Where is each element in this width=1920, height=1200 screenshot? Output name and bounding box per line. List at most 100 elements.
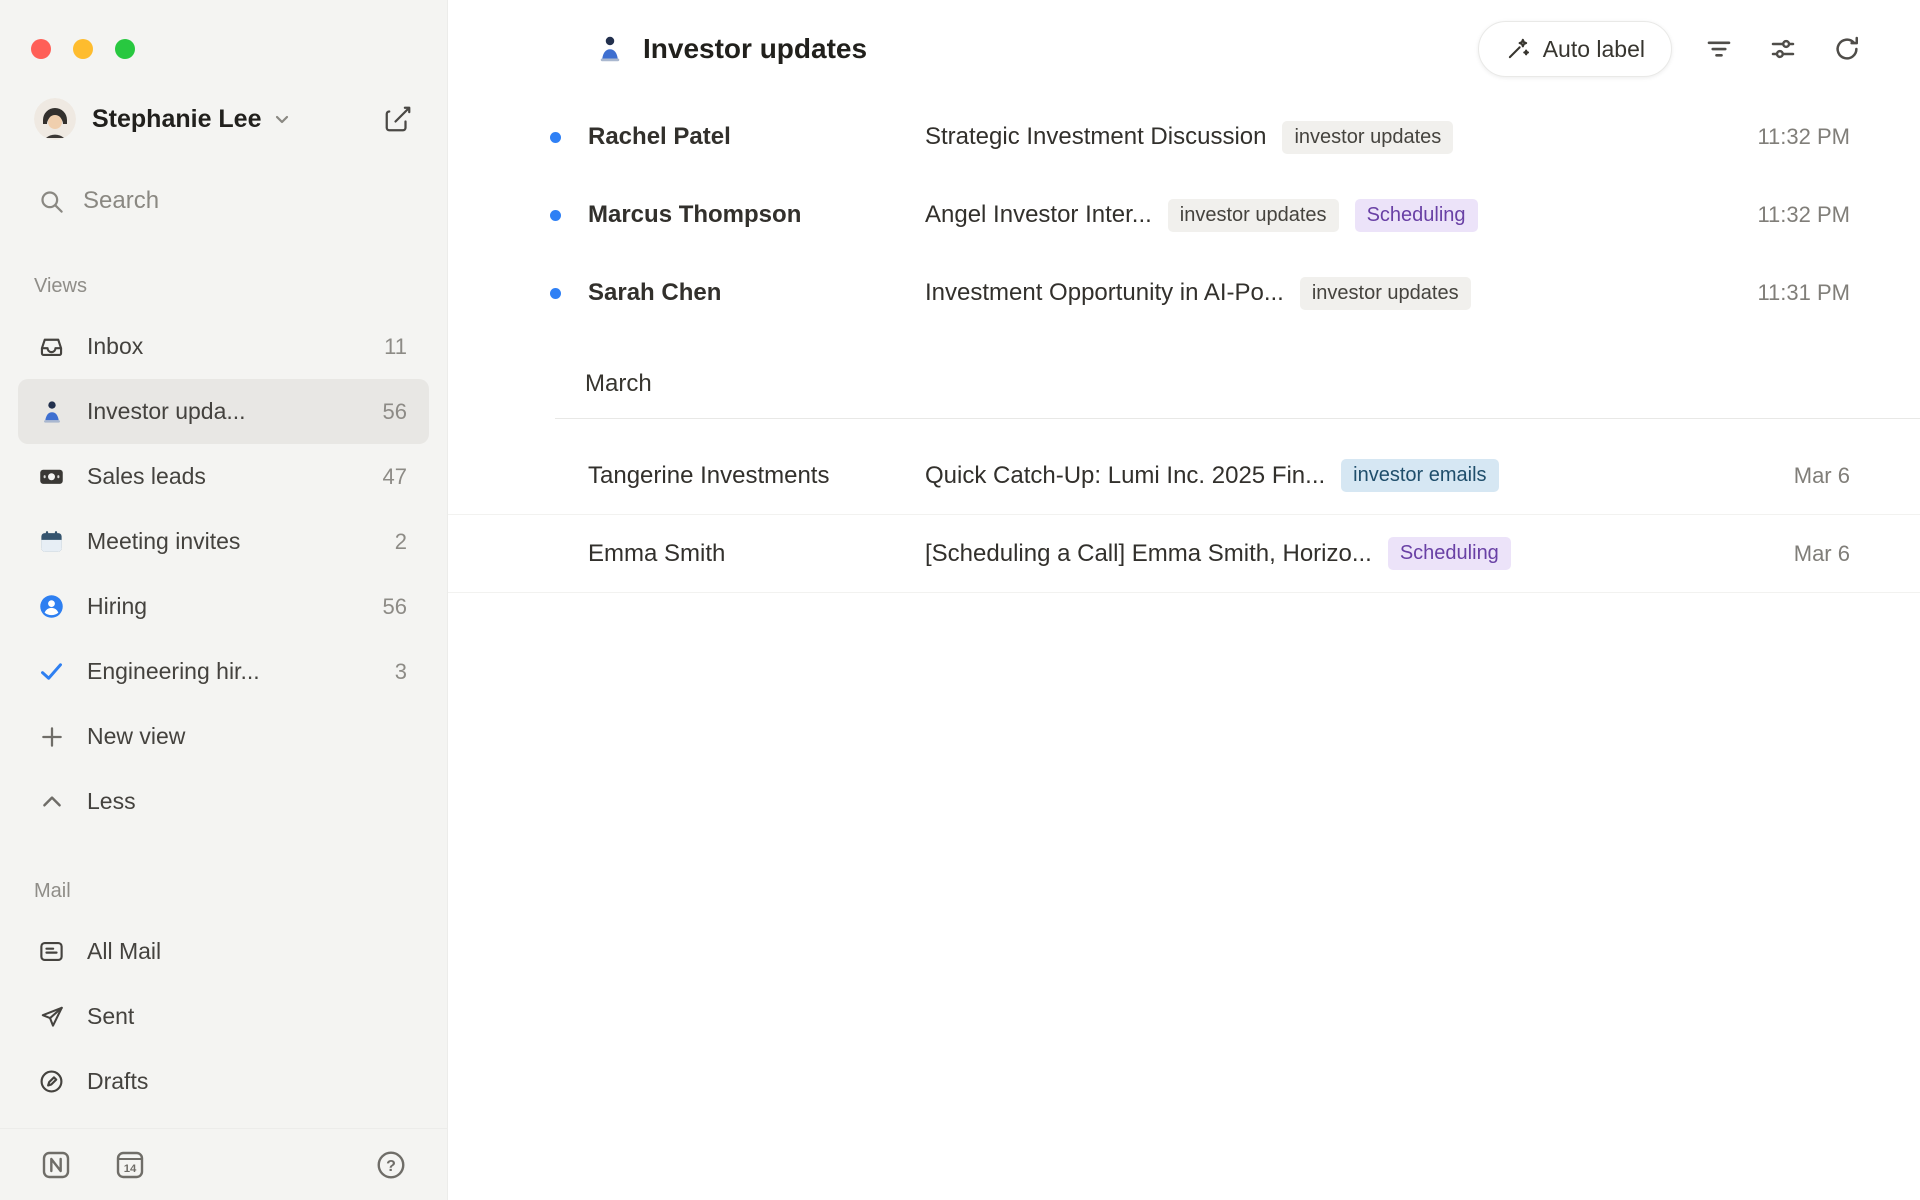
email-sender: Sarah Chen [588, 279, 925, 307]
sidebar-item-label: Engineering hir... [87, 658, 260, 685]
email-time: 11:32 PM [1700, 202, 1850, 228]
email-time: Mar 6 [1700, 541, 1850, 567]
email-subject: Angel Investor Inter... [925, 201, 1152, 229]
sidebar-item-count: 2 [395, 529, 407, 555]
all-mail-icon [38, 938, 65, 965]
sidebar-item-inbox[interactable]: Inbox 11 [18, 314, 429, 379]
email-sender: Emma Smith [588, 540, 925, 568]
date-divider [555, 418, 1920, 419]
account-switcher[interactable]: Stephanie Lee [0, 95, 447, 143]
sidebar-item-count: 47 [383, 464, 407, 490]
header-actions: Auto label [1478, 21, 1864, 77]
email-time: 11:31 PM [1700, 280, 1850, 306]
close-window-button[interactable] [31, 39, 51, 59]
search-label: Search [83, 187, 159, 215]
investor-person-icon [595, 34, 625, 64]
sidebar: Stephanie Lee Search Views [0, 0, 448, 1200]
sidebar-item-label: New view [87, 723, 185, 750]
banknote-icon [38, 463, 65, 490]
email-row[interactable]: Sarah Chen Investment Opportunity in AI-… [448, 254, 1920, 332]
less-button[interactable]: Less [18, 769, 429, 834]
sidebar-item-label: Meeting invites [87, 528, 240, 555]
label-tag[interactable]: investor updates [1168, 199, 1339, 232]
checkmark-icon [38, 658, 65, 685]
chevron-up-icon [38, 788, 65, 815]
sidebar-item-label: All Mail [87, 938, 161, 965]
mail-list-pane: Investor updates Auto label [448, 0, 1920, 1200]
email-row[interactable]: Emma Smith [Scheduling a Call] Emma Smit… [448, 515, 1920, 593]
sidebar-item-count: 56 [383, 399, 407, 425]
label-tag[interactable]: investor updates [1300, 277, 1471, 310]
sidebar-item-meeting-invites[interactable]: Meeting invites 2 [18, 509, 429, 574]
sliders-icon[interactable] [1766, 32, 1800, 66]
chevron-down-icon [272, 109, 292, 129]
sidebar-item-label: Sent [87, 1003, 134, 1030]
label-tag[interactable]: Scheduling [1388, 537, 1511, 570]
app-window: Stephanie Lee Search Views [0, 0, 1920, 1200]
avatar [34, 98, 76, 140]
email-sender: Marcus Thompson [588, 201, 925, 229]
label-tag[interactable]: investor emails [1341, 459, 1498, 492]
sidebar-item-hiring[interactable]: Hiring 56 [18, 574, 429, 639]
sidebar-item-investor-updates[interactable]: Investor upda... 56 [18, 379, 429, 444]
email-subject: Strategic Investment Discussion [925, 123, 1266, 151]
sidebar-item-label: Drafts [87, 1068, 148, 1095]
notion-icon[interactable] [40, 1149, 72, 1181]
auto-label-button[interactable]: Auto label [1478, 21, 1672, 77]
email-row[interactable]: Rachel Patel Strategic Investment Discus… [448, 98, 1920, 176]
email-row[interactable]: Marcus Thompson Angel Investor Inter... … [448, 176, 1920, 254]
unread-dot [550, 132, 561, 143]
calendar-icon [38, 528, 65, 555]
new-view-button[interactable]: New view [18, 704, 429, 769]
email-subject: Quick Catch-Up: Lumi Inc. 2025 Fin... [925, 462, 1325, 490]
sidebar-item-label: Less [87, 788, 136, 815]
label-tag[interactable]: Scheduling [1355, 199, 1478, 232]
date-group-header: March [585, 370, 1920, 398]
label-tag[interactable]: investor updates [1282, 121, 1453, 154]
send-icon [38, 1003, 65, 1030]
email-subject: [Scheduling a Call] Emma Smith, Horizo..… [925, 540, 1372, 568]
email-list-march: Tangerine Investments Quick Catch-Up: Lu… [448, 437, 1920, 593]
sidebar-item-count: 3 [395, 659, 407, 685]
filter-icon[interactable] [1702, 32, 1736, 66]
unread-dot [550, 288, 561, 299]
search-icon [38, 188, 65, 215]
sidebar-item-drafts[interactable]: Drafts [18, 1049, 429, 1114]
email-time: Mar 6 [1700, 463, 1850, 489]
auto-label-icon [1505, 36, 1531, 62]
svg-text:14: 14 [124, 1162, 137, 1174]
views-section-label: Views [0, 275, 447, 298]
sidebar-item-label: Sales leads [87, 463, 206, 490]
plus-icon [38, 723, 65, 750]
sidebar-item-engineering-hiring[interactable]: Engineering hir... 3 [18, 639, 429, 704]
minimize-window-button[interactable] [73, 39, 93, 59]
sidebar-item-count: 56 [383, 594, 407, 620]
sidebar-item-sales-leads[interactable]: Sales leads 47 [18, 444, 429, 509]
sidebar-item-label: Inbox [87, 333, 143, 360]
drafts-icon [38, 1068, 65, 1095]
mail-nav: All Mail Sent Drafts [0, 919, 447, 1114]
user-name: Stephanie Lee [92, 105, 262, 134]
refresh-icon[interactable] [1830, 32, 1864, 66]
email-sender: Rachel Patel [588, 123, 925, 151]
sidebar-item-all-mail[interactable]: All Mail [18, 919, 429, 984]
zoom-window-button[interactable] [115, 39, 135, 59]
investor-person-icon [38, 398, 65, 425]
sidebar-item-label: Investor upda... [87, 398, 246, 425]
mail-section-label: Mail [0, 880, 447, 903]
auto-label-text: Auto label [1543, 36, 1645, 63]
email-list-today: Rachel Patel Strategic Investment Discus… [448, 98, 1920, 332]
compose-icon[interactable] [383, 104, 413, 134]
inbox-icon [38, 333, 65, 360]
search-input[interactable]: Search [0, 183, 447, 219]
views-nav: Inbox 11 Investor upda... 56 [0, 314, 447, 834]
calendar-14-icon[interactable]: 14 [114, 1149, 146, 1181]
help-icon[interactable]: ? [375, 1149, 407, 1181]
sidebar-item-sent[interactable]: Sent [18, 984, 429, 1049]
sidebar-footer: 14 ? [0, 1128, 447, 1200]
sidebar-item-label: Hiring [87, 593, 147, 620]
email-time: 11:32 PM [1700, 124, 1850, 150]
email-row[interactable]: Tangerine Investments Quick Catch-Up: Lu… [448, 437, 1920, 515]
email-subject: Investment Opportunity in AI-Po... [925, 279, 1284, 307]
unread-dot [550, 210, 561, 221]
